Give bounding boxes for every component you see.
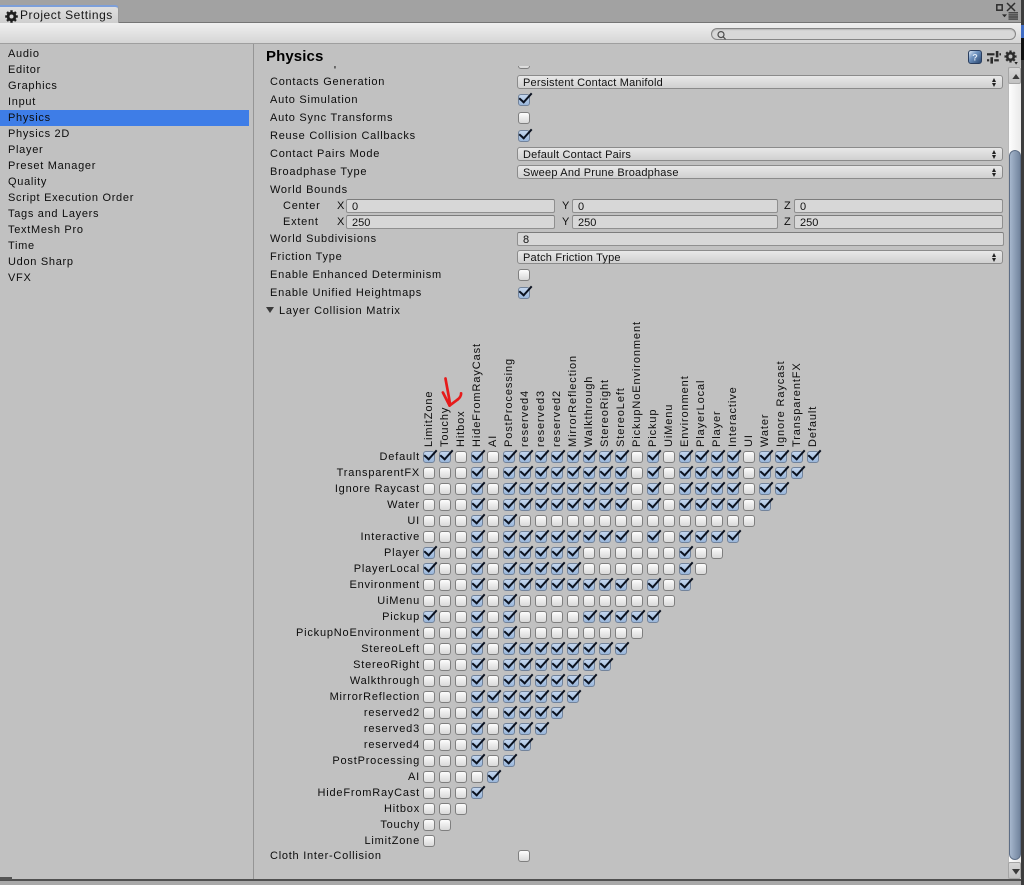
svg-text:?: ? <box>972 53 978 63</box>
